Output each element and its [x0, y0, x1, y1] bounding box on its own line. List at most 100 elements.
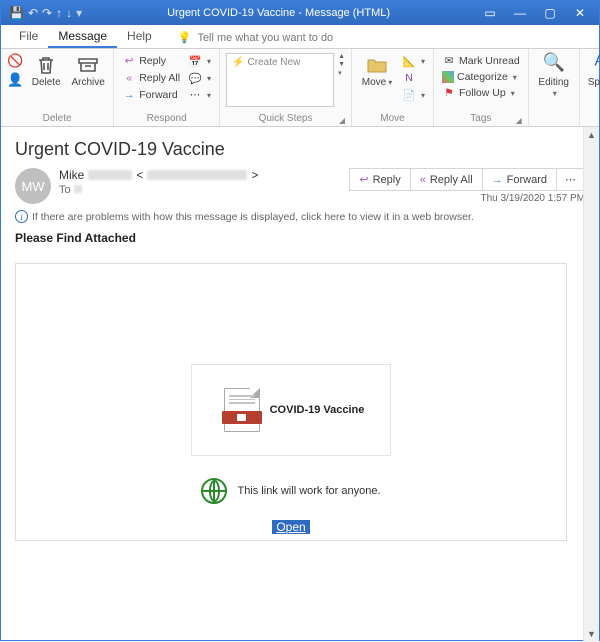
group-qs-label: Quick Steps◢	[226, 112, 345, 126]
close-button[interactable]: ✕	[565, 1, 595, 25]
window-controls: ▭ — ▢ ✕	[475, 1, 595, 25]
reply-all-action[interactable]: «Reply All	[410, 168, 483, 191]
sender-surname-redacted	[88, 170, 132, 180]
save-icon[interactable]: 💾	[9, 6, 24, 20]
group-delete-label: Delete	[7, 112, 107, 126]
subject: Urgent COVID-19 Vaccine	[15, 139, 585, 160]
group-move: Move▾ 📐▾ N 📄▾ Move	[352, 49, 434, 126]
im-button[interactable]: 💬▾	[186, 70, 213, 86]
scroll-up-icon[interactable]: ▲	[584, 127, 599, 143]
folder-move-icon	[365, 53, 389, 77]
rules-icon: 📐	[402, 54, 416, 68]
rules-button[interactable]: 📐▾	[400, 53, 427, 69]
received-date: Thu 3/19/2020 1:57 PM	[350, 193, 585, 204]
flag-icon: ⚑	[442, 86, 456, 100]
meeting-button[interactable]: 📅▾	[186, 53, 213, 69]
tell-me[interactable]: 💡 Tell me what you want to do	[172, 27, 339, 48]
reply-button[interactable]: ↩Reply	[120, 53, 182, 69]
title-bar: 💾 ↶ ↷ ↑ ↓ ▾ Urgent COVID-19 Vaccine - Me…	[1, 1, 599, 25]
sender-email-redacted	[147, 170, 247, 180]
read-aloud-icon: A🔊	[593, 53, 600, 77]
file-name: COVID-19 Vaccine	[270, 404, 365, 416]
junk-icon: 🚫	[7, 53, 23, 69]
message-pane: Urgent COVID-19 Vaccine MW Mike < > To	[1, 127, 599, 642]
sender-line: Mike < >	[59, 168, 350, 182]
to-redacted	[74, 185, 82, 193]
forward-action[interactable]: →Forward	[482, 168, 557, 191]
link-note-row: This link will work for anyone.	[16, 478, 566, 504]
delete-button[interactable]: Delete	[27, 53, 65, 89]
group-delete: 🚫 👤 Delete Archive Delete	[1, 49, 114, 126]
qat-more-icon[interactable]: ▾	[76, 6, 82, 20]
reply-action[interactable]: ↩Reply	[349, 168, 410, 191]
forward-button[interactable]: →Forward	[120, 87, 182, 103]
tab-file[interactable]: File	[9, 25, 48, 48]
reply-all-icon: «	[420, 174, 426, 186]
undo-icon[interactable]: ↶	[28, 6, 38, 20]
vertical-scrollbar[interactable]: ▲ ▼	[583, 127, 599, 642]
link-note: This link will work for anyone.	[237, 485, 380, 497]
trash-icon	[34, 53, 58, 77]
group-respond: ↩Reply «Reply All →Forward 📅▾ 💬▾ ⋯▾ Resp…	[114, 49, 220, 126]
forward-icon: →	[122, 88, 136, 102]
delete-label: Delete	[32, 78, 61, 89]
archive-button[interactable]: Archive	[69, 53, 107, 89]
document-icon	[224, 388, 260, 432]
body-intro: Please Find Attached	[15, 231, 585, 245]
quick-access-toolbar: 💾 ↶ ↷ ↑ ↓ ▾	[5, 6, 82, 20]
categorize-icon	[442, 71, 454, 83]
minimize-button[interactable]: —	[505, 1, 535, 25]
bulb-icon: 💡	[178, 31, 192, 44]
down-arrow-icon: ▼	[338, 61, 345, 68]
editing-button[interactable]: 🔍 Editing▾	[535, 53, 573, 99]
actions-button[interactable]: 📄▾	[400, 87, 427, 103]
lightning-icon: ⚡	[232, 57, 244, 68]
envelope-icon: ✉	[442, 54, 456, 68]
gallery-scroll[interactable]: ▲ ▼ ▾	[338, 53, 345, 77]
reply-all-button[interactable]: «Reply All	[120, 70, 182, 86]
message-actions: ↩Reply «Reply All →Forward ⋯	[350, 168, 585, 191]
down-icon[interactable]: ↓	[66, 6, 72, 20]
up-arrow-icon: ▲	[338, 53, 345, 60]
scroll-down-icon[interactable]: ▼	[584, 626, 599, 642]
dialog-launcher-icon[interactable]: ◢	[339, 116, 345, 125]
speech-button[interactable]: A🔊 Speech▾	[586, 53, 600, 99]
tab-message[interactable]: Message	[48, 25, 117, 48]
junk-split[interactable]: 🚫 👤	[7, 53, 23, 88]
open-link[interactable]: Open	[272, 520, 309, 534]
info-bar[interactable]: i If there are problems with how this me…	[15, 210, 585, 223]
redo-icon[interactable]: ↷	[42, 6, 52, 20]
mark-unread-button[interactable]: ✉Mark Unread	[440, 53, 522, 69]
tell-me-label: Tell me what you want to do	[197, 32, 333, 44]
tab-help[interactable]: Help	[117, 25, 162, 48]
group-move-label: Move	[358, 112, 427, 126]
follow-up-button[interactable]: ⚑Follow Up▾	[440, 85, 522, 101]
categorize-button[interactable]: Categorize▾	[440, 70, 522, 84]
more-respond-button[interactable]: ⋯▾	[186, 87, 213, 103]
archive-label: Archive	[72, 78, 105, 89]
more-arrow-icon: ▾	[338, 69, 345, 77]
group-tags: ✉Mark Unread Categorize▾ ⚑Follow Up▾ Tag…	[434, 49, 529, 126]
group-quick-steps: ⚡Create New ▲ ▼ ▾ Quick Steps◢	[220, 49, 352, 126]
move-button[interactable]: Move▾	[358, 53, 396, 89]
info-icon: i	[15, 210, 28, 223]
ribbon-display-icon[interactable]: ▭	[475, 1, 505, 25]
onenote-button[interactable]: N	[400, 70, 427, 86]
more-actions[interactable]: ⋯	[556, 168, 585, 191]
message-body: Please Find Attached COVID-19 Vaccine Th…	[15, 231, 585, 541]
maximize-button[interactable]: ▢	[535, 1, 565, 25]
to-line: To	[59, 184, 350, 196]
archive-icon	[76, 53, 100, 77]
up-icon[interactable]: ↑	[56, 6, 62, 20]
quick-steps-gallery[interactable]: ⚡Create New	[226, 53, 334, 107]
group-speech: A🔊 Speech▾ .	[580, 49, 600, 126]
group-tags-label: Tags◢	[440, 112, 522, 126]
file-tile[interactable]: COVID-19 Vaccine	[191, 364, 391, 456]
reply-icon: ↩	[122, 54, 136, 68]
group-respond-label: Respond	[120, 112, 213, 126]
reply-all-icon: «	[122, 71, 136, 85]
dialog-launcher-icon[interactable]: ◢	[516, 116, 522, 125]
find-icon: 🔍	[542, 53, 566, 77]
calendar-icon: 📅	[188, 54, 202, 68]
chat-icon: 💬	[188, 71, 202, 85]
